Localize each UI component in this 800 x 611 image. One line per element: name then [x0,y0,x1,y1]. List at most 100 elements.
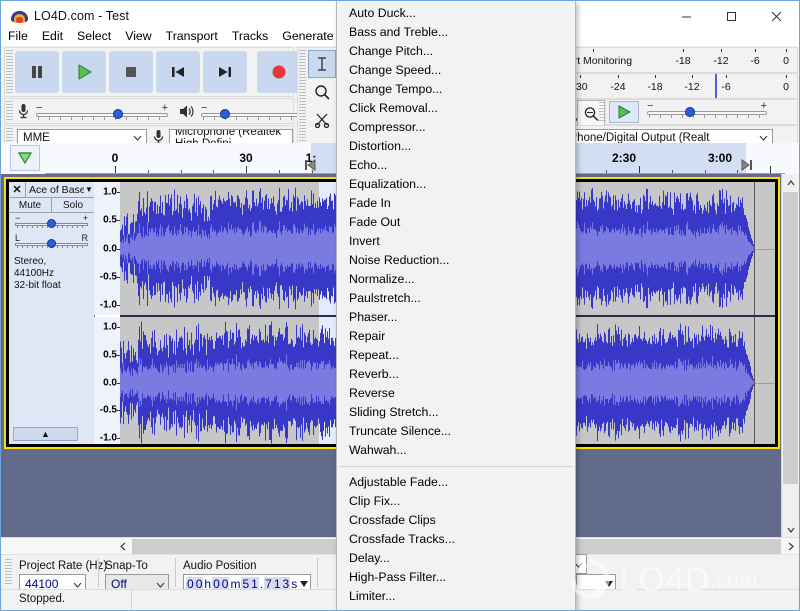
gain-plus-label: + [82,213,88,223]
vruler-label: 0.0 [103,377,117,388]
meter-tick-label: -18 [647,81,663,93]
close-track-button[interactable]: ✕ [9,182,26,197]
solo-button[interactable]: Solo [52,198,94,212]
scroll-up-button[interactable] [782,174,799,191]
menu-view[interactable]: View [118,27,158,46]
effect-menu-item[interactable]: Normalize... [337,270,575,289]
menu-tracks[interactable]: Tracks [225,27,275,46]
transport-toolbar [4,47,301,97]
play-button[interactable] [62,51,106,93]
toolbar-grip[interactable] [599,102,606,122]
selection-start-handle[interactable] [305,159,317,171]
effect-menu-item[interactable]: Paulstretch... [337,289,575,308]
effect-menu-item[interactable]: Wahwah... [337,441,575,460]
menu-file[interactable]: File [1,27,35,46]
menu-select[interactable]: Select [70,27,118,46]
effect-menu-item[interactable]: Compressor... [337,118,575,137]
ruler-label: 2:30 [611,151,637,165]
pinned-play-head-button[interactable] [10,145,40,171]
effect-menu-item[interactable]: Invert [337,232,575,251]
effect-menu-item[interactable]: Change Speed... [337,61,575,80]
effect-menu-item[interactable]: Echo... [337,156,575,175]
toolbar-grip[interactable] [5,559,12,586]
vruler-label: 0.5 [103,214,117,226]
effect-menu-item[interactable]: Bass and Treble... [337,23,575,42]
track-title-row: ✕ Ace of Base ▼ [9,182,94,198]
effect-menu-item[interactable]: Change Tempo... [337,80,575,99]
selection-end-handle[interactable] [740,159,752,171]
scroll-down-button[interactable] [782,521,799,538]
stop-button[interactable] [109,51,153,93]
recording-meter-toolbar[interactable]: Start Monitoring -18 -12 -6 0 [554,47,798,73]
scroll-right-button[interactable] [782,538,799,555]
pan-slider[interactable]: L R [15,233,88,249]
ruler-label: 3:00 [707,151,733,165]
meter-tick-label: -24 [610,81,626,93]
effect-menu-item[interactable]: Phaser... [337,308,575,327]
effect-menu-item[interactable]: Repeat... [337,346,575,365]
play-at-speed-button[interactable] [609,101,639,123]
effect-menu-item[interactable]: Truncate Silence... [337,422,575,441]
mixer-toolbar: − + − + [4,98,333,124]
tools-toolbar [297,47,339,149]
scroll-left-button[interactable] [114,538,131,555]
effect-menu-item[interactable]: Delay... [337,549,575,568]
effect-menu-item[interactable]: Reverb... [337,365,575,384]
meter-tick-label: -6 [721,81,731,93]
effect-menu-item[interactable]: High-Pass Filter... [337,568,575,587]
skip-to-end-button[interactable] [203,51,247,93]
effect-menu-item[interactable]: Distortion... [337,137,575,156]
effect-menu-item[interactable]: Crossfade Tracks... [337,530,575,549]
vertical-scroll-thumb[interactable] [783,192,798,484]
effect-menu-item[interactable]: Sliding Stretch... [337,403,575,422]
zoom-tool-button[interactable] [308,78,336,106]
collapse-track-button[interactable]: ▲ [13,427,78,441]
toolbar-grip[interactable] [6,50,13,94]
record-button[interactable] [257,51,301,93]
playback-meter-toolbar[interactable]: -30 -24 -18 -12 -6 0 [554,73,798,99]
pause-button[interactable] [15,51,59,93]
multi-tool-button[interactable] [308,106,336,134]
effect-menu-item[interactable]: Auto Duck... [337,4,575,23]
vruler-label: -0.5 [99,404,117,416]
effect-menu[interactable]: Auto Duck... Bass and Treble... Change Pit… [336,1,576,610]
pan-left-label: L [15,233,21,243]
effect-menu-item[interactable]: Reverse [337,384,575,403]
effect-menu-item[interactable]: Click Removal... [337,99,575,118]
effect-menu-item[interactable]: Change Pitch... [337,42,575,61]
track-dropdown-icon[interactable]: ▼ [84,185,94,194]
toolbar-grip[interactable] [299,50,306,146]
gain-slider[interactable]: − + [15,213,88,229]
menu-generate[interactable]: Generate [275,27,340,46]
vertical-ruler-left-channel[interactable]: 1.0 0.5 0.0 -0.5 -1.0 [94,182,121,315]
effect-menu-item[interactable]: Noise Reduction... [337,251,575,270]
microphone-icon [17,103,30,122]
playback-volume-minus: − [201,101,208,114]
play-speed-slider[interactable]: − + [647,100,767,118]
effect-menu-item[interactable]: Clip Fix... [337,492,575,511]
mute-button[interactable]: Mute [9,198,52,212]
effect-menu-item[interactable]: Low-Pass Filter... [337,606,575,610]
effect-menu-item[interactable]: Fade In [337,194,575,213]
effect-menu-item[interactable]: Crossfade Clips [337,511,575,530]
effect-menu-item[interactable]: Adjustable Fade... [337,473,575,492]
track-control-panel: ✕ Ace of Base ▼ Mute Solo − + L R Stereo… [9,182,95,444]
vruler-label: 1.0 [103,186,117,198]
menu-edit[interactable]: Edit [35,27,70,46]
meter-tick-label: -12 [713,55,729,67]
status-message: Stopped. [19,593,66,605]
meter-tick-label: 0 [783,55,789,67]
vertical-scrollbar[interactable] [781,174,799,538]
effect-menu-item[interactable]: Repair [337,327,575,346]
skip-to-start-button[interactable] [156,51,200,93]
track-name[interactable]: Ace of Base [26,184,84,196]
selection-tool-button[interactable] [308,50,336,78]
toolbar-grip[interactable] [6,101,13,121]
recording-volume-slider[interactable]: − + [36,102,168,120]
effect-menu-item[interactable]: Limiter... [337,587,575,606]
effect-menu-item[interactable]: Fade Out [337,213,575,232]
menu-transport[interactable]: Transport [159,27,225,46]
effect-menu-item[interactable]: Equalization... [337,175,575,194]
gain-minus-label: − [15,213,21,223]
vertical-ruler-right-channel[interactable]: 1.0 0.5 0.0 -0.5 -1.0 [94,317,121,444]
